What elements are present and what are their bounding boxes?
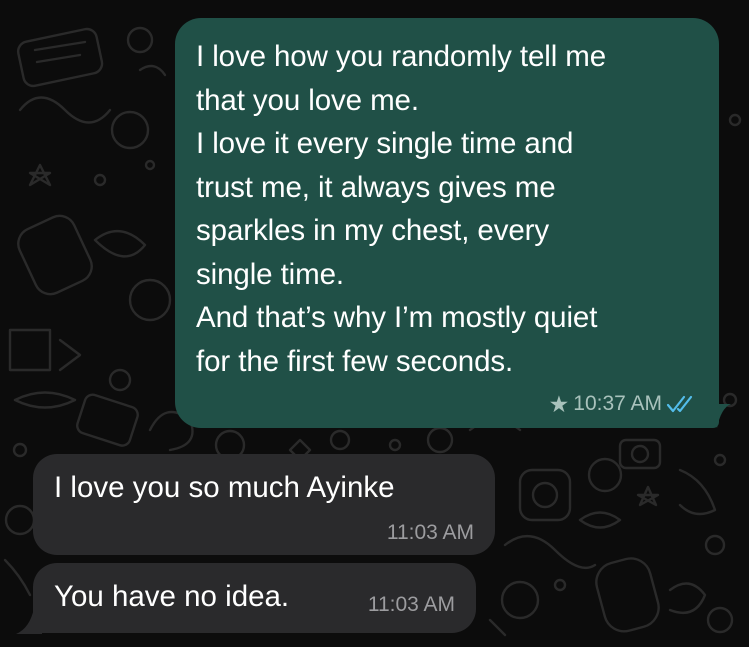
- message-bubble-outgoing[interactable]: I love how you randomly tell me that you…: [175, 18, 719, 428]
- message-text: I love you so much Ayinke: [54, 471, 395, 504]
- message-bubble-incoming[interactable]: I love you so much Ayinke 11:03 AM: [33, 454, 495, 555]
- message-time: 11:03 AM: [367, 593, 455, 616]
- message-time: 10:37 AM: [573, 392, 662, 415]
- message-text: I love how you randomly tell me that you…: [196, 40, 607, 378]
- bubble-tail-outgoing: [707, 404, 731, 428]
- message-bubble-incoming[interactable]: You have no idea. 11:03 AM: [33, 563, 476, 633]
- message-time: 11:03 AM: [386, 521, 474, 544]
- star-icon: ★: [548, 390, 570, 417]
- message-meta: ★ 10:37 AM: [549, 392, 696, 416]
- bubble-tail-incoming: [16, 608, 42, 634]
- double-check-icon: [666, 395, 693, 413]
